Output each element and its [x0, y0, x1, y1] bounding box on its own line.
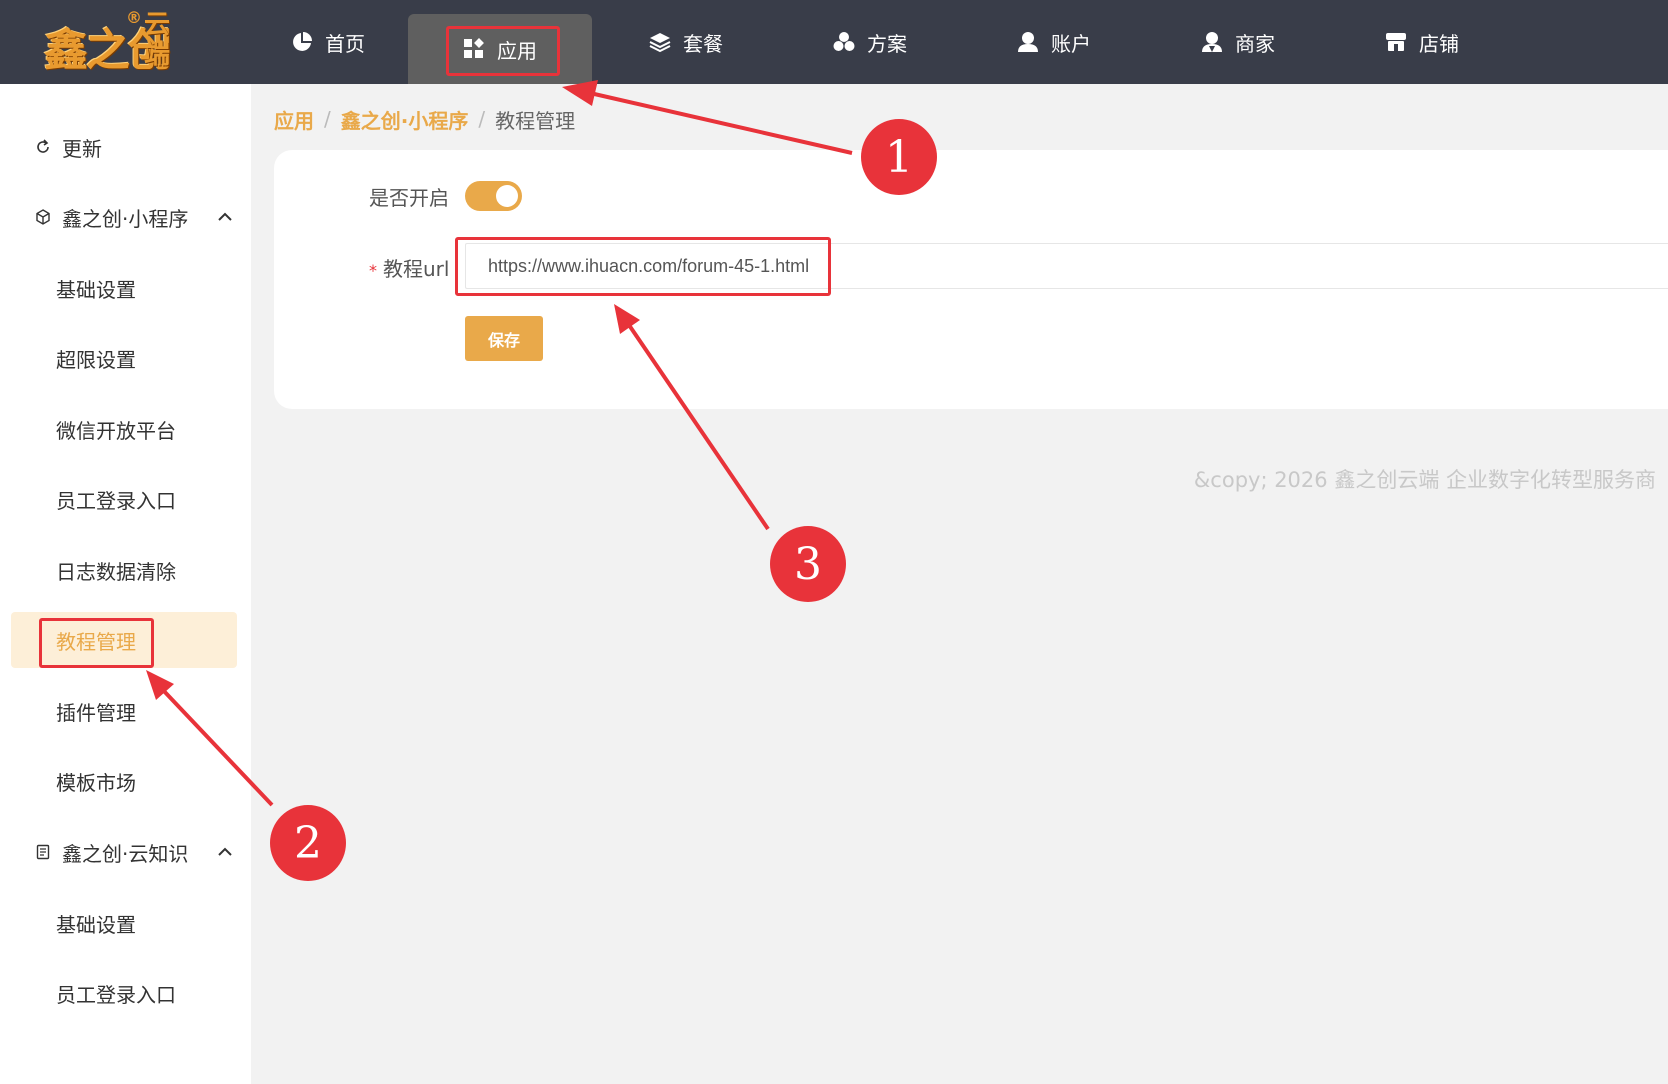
pie-chart-icon: [291, 31, 313, 53]
nav-account[interactable]: 账户: [1014, 0, 1094, 84]
merchant-icon: [1201, 31, 1223, 53]
sidebar-item-label: 超限设置: [56, 347, 136, 372]
nav-store[interactable]: 店铺: [1382, 0, 1462, 84]
sidebar-item-label: 员工登录入口: [56, 982, 176, 1007]
nav-packages-label: 套餐: [683, 31, 723, 56]
breadcrumb-separator: /: [478, 107, 486, 131]
apps-grid-icon: [463, 38, 485, 60]
nav-packages[interactable]: 套餐: [646, 0, 726, 84]
nav-merchant-label: 商家: [1235, 31, 1275, 56]
nav-apps-label: 应用: [497, 38, 537, 63]
sidebar-refresh-label: 更新: [62, 136, 102, 161]
required-mark: *: [369, 261, 377, 280]
enable-label: 是否开启: [369, 186, 449, 210]
nav-home-label: 首页: [325, 31, 365, 56]
annotation-arrow-1: [589, 91, 853, 155]
sidebar-item-basic-settings[interactable]: 基础设置: [0, 260, 251, 316]
cubes-icon: [833, 31, 855, 53]
sidebar-item-staff-login[interactable]: 员工登录入口: [0, 471, 251, 527]
logo-registered-mark: ®: [126, 8, 142, 27]
url-label: 教程url: [383, 257, 450, 281]
sidebar-item-label: 员工登录入口: [56, 488, 176, 513]
nav-merchant[interactable]: 商家: [1198, 0, 1278, 84]
breadcrumb-separator: /: [324, 107, 331, 131]
nav-store-label: 店铺: [1419, 31, 1459, 56]
sidebar-item-label: 模板市场: [56, 770, 136, 795]
annotation-badge-1: 1: [861, 119, 937, 195]
toggle-knob: [496, 185, 518, 207]
store-icon: [1385, 31, 1407, 53]
nav-solutions[interactable]: 方案: [830, 0, 910, 84]
breadcrumb-current: 教程管理: [495, 108, 576, 133]
sidebar-group-knowledge-label: 鑫之创·云知识: [62, 841, 189, 866]
sidebar-item-label: 插件管理: [56, 700, 136, 725]
breadcrumb-apps[interactable]: 应用: [274, 105, 314, 134]
sidebar-item-wechat-open-platform[interactable]: 微信开放平台: [0, 401, 251, 457]
sidebar-item-label: 微信开放平台: [56, 418, 176, 443]
sidebar-group-knowledge[interactable]: 鑫之创·云知识: [0, 824, 251, 880]
sidebar-item-label: 基础设置: [56, 277, 136, 302]
sidebar-item-knowledge-staff-login[interactable]: 员工登录入口: [0, 965, 251, 1021]
chevron-up-icon[interactable]: [215, 842, 235, 862]
nav-apps[interactable]: 应用: [408, 14, 592, 84]
sidebar-item-tutorial-management[interactable]: 教程管理: [11, 612, 237, 668]
user-icon: [1017, 31, 1039, 53]
sidebar-item-limit-settings[interactable]: 超限设置: [0, 330, 251, 386]
sidebar-item-label: 教程管理: [56, 629, 136, 654]
sidebar-item-log-cleanup[interactable]: 日志数据清除: [0, 542, 251, 598]
logo-side-text: 云端: [144, 10, 171, 70]
sidebar-item-label: 日志数据清除: [56, 559, 176, 584]
layers-icon: [649, 31, 671, 53]
top-navbar: 鑫之创 ® 云端 首页 应用 套餐 方案 账户 商家 店铺: [0, 0, 1668, 84]
brand-logo[interactable]: 鑫之创 ® 云端: [40, 6, 180, 78]
breadcrumb: 应用 / 鑫之创·小程序 / 教程管理: [274, 104, 575, 134]
sidebar-refresh[interactable]: 更新: [0, 119, 251, 175]
sidebar-item-label: 基础设置: [56, 912, 136, 937]
sidebar-item-knowledge-basic-settings[interactable]: 基础设置: [0, 895, 251, 951]
cube-icon: [34, 208, 52, 226]
sidebar-item-template-market[interactable]: 模板市场: [0, 753, 251, 809]
sidebar-group-miniprogram[interactable]: 鑫之创·小程序: [0, 189, 251, 245]
annotation-badge-2: 2: [270, 805, 346, 881]
url-label-row: * 教程url: [369, 253, 449, 282]
tutorial-url-input[interactable]: [465, 243, 1668, 289]
nav-account-label: 账户: [1051, 31, 1091, 56]
sidebar-group-miniprogram-label: 鑫之创·小程序: [62, 206, 189, 231]
save-button[interactable]: 保存: [465, 316, 543, 361]
sidebar: 更新 鑫之创·小程序 基础设置 超限设置 微信开放平台 员工登录入口 日志数据清…: [0, 84, 251, 1084]
sidebar-item-plugin-management[interactable]: 插件管理: [0, 683, 251, 739]
notebook-icon: [34, 843, 52, 861]
annotation-badge-3: 3: [770, 526, 846, 602]
chevron-up-icon[interactable]: [215, 207, 235, 227]
nav-solutions-label: 方案: [867, 31, 907, 56]
footer-copyright: &copy; 2026 鑫之创云端 企业数字化转型服务商: [1193, 468, 1656, 492]
refresh-icon: [34, 138, 52, 156]
nav-home[interactable]: 首页: [278, 0, 378, 84]
enable-toggle[interactable]: [465, 181, 522, 211]
breadcrumb-miniprogram[interactable]: 鑫之创·小程序: [341, 105, 469, 134]
